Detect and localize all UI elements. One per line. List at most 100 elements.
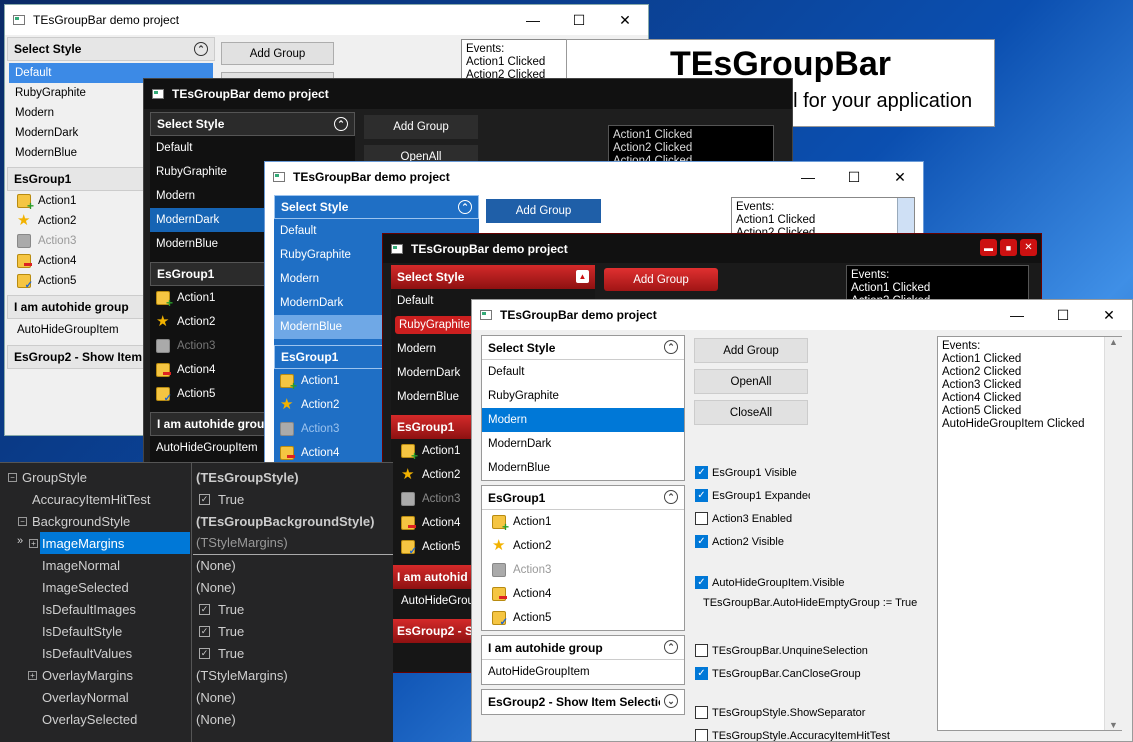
- events-log[interactable]: Events: Action1 Clicked Action2 Clicked …: [937, 336, 1122, 731]
- open-all-button[interactable]: OpenAll: [694, 369, 808, 394]
- property-checkbox[interactable]: ✓: [199, 647, 210, 659]
- style-item-modern[interactable]: Modern: [482, 408, 684, 432]
- property-row[interactable]: BackgroundStyle − (TEsGroupBackgroundStyle…: [0, 510, 393, 532]
- close-icon[interactable]: ✕: [1086, 300, 1132, 330]
- style-item-moderndark[interactable]: ModernDark: [482, 432, 684, 456]
- collapse-icon[interactable]: −: [8, 473, 17, 482]
- chevron-down-icon[interactable]: ⌄: [664, 694, 678, 708]
- option-checkbox-row[interactable]: Action3 Enabled: [695, 512, 792, 525]
- option-checkbox-row[interactable]: ✓ TEsGroupBar.CanCloseGroup: [695, 667, 861, 680]
- property-row[interactable]: IsDefaultStyle ✓ True: [0, 620, 393, 642]
- maximize-icon[interactable]: ☐: [831, 162, 877, 192]
- expand-icon[interactable]: +: [28, 671, 37, 680]
- checkbox-checked[interactable]: ✓: [695, 466, 708, 479]
- events-log[interactable]: Events: Action1 Clicked Action2 Clicked: [731, 197, 915, 237]
- minimize-icon[interactable]: —: [994, 300, 1040, 330]
- style-item-default[interactable]: Default: [482, 360, 684, 384]
- action-item[interactable]: Action1: [482, 510, 684, 534]
- property-value[interactable]: ✓ True: [193, 488, 393, 510]
- group-header-select-style[interactable]: Select Style ▲: [391, 265, 595, 289]
- property-value[interactable]: (TStyleMargins): [193, 532, 393, 555]
- events-log[interactable]: Action1 Clicked Action2 Clicked Action4 …: [608, 125, 774, 165]
- property-value[interactable]: (None): [193, 686, 393, 708]
- property-row[interactable]: OverlayMargins + (TStyleMargins): [0, 664, 393, 686]
- checkbox-checked[interactable]: ✓: [695, 489, 708, 502]
- style-item-rubygraphite[interactable]: RubyGraphite: [482, 384, 684, 408]
- close-icon[interactable]: ✕: [1020, 239, 1037, 256]
- maximize-icon[interactable]: ☐: [1040, 300, 1086, 330]
- maximize-icon[interactable]: ■: [1000, 239, 1017, 256]
- add-group-button[interactable]: Add Group: [694, 338, 808, 363]
- property-value[interactable]: (TEsGroupStyle): [193, 466, 393, 488]
- group-header-esgroup2[interactable]: EsGroup2 - Show Item Selection ⌄: [482, 690, 684, 714]
- checkbox-checked[interactable]: ✓: [695, 667, 708, 680]
- option-checkbox-row[interactable]: ✓ Action2 Visible: [695, 535, 784, 548]
- checkbox-unchecked[interactable]: [695, 644, 708, 657]
- close-all-button[interactable]: CloseAll: [694, 400, 808, 425]
- property-row[interactable]: ImageMargins + » (TStyleMargins): [0, 532, 393, 555]
- chevron-up-icon[interactable]: ⌃: [334, 117, 348, 131]
- option-checkbox-row[interactable]: TEsGroupStyle.ShowSeparator: [695, 706, 865, 719]
- property-value[interactable]: ✓ True: [193, 620, 393, 642]
- chevron-up-icon[interactable]: ⌃: [458, 200, 472, 214]
- add-group-button[interactable]: Add Group: [604, 268, 718, 291]
- checkbox-unchecked[interactable]: [695, 729, 708, 741]
- property-value[interactable]: (None): [193, 554, 393, 576]
- group-header-select-style[interactable]: Select Style ⌃: [482, 336, 684, 360]
- property-value[interactable]: (TEsGroupBackgroundStyle): [193, 510, 393, 532]
- minimize-icon[interactable]: —: [510, 5, 556, 35]
- property-value[interactable]: (None): [193, 576, 393, 598]
- group-header-esgroup1[interactable]: EsGroup1 ⌃: [482, 486, 684, 510]
- property-value[interactable]: ✓ True: [193, 642, 393, 664]
- scroll-up-icon[interactable]: ▲: [1105, 337, 1122, 347]
- events-log[interactable]: Events: Action1 Clicked Action2 Clicked: [461, 39, 581, 83]
- option-checkbox-row[interactable]: ✓ AutoHideGroupItem.Visible: [695, 576, 844, 589]
- checkbox-checked[interactable]: ✓: [695, 576, 708, 589]
- group-header-select-style[interactable]: Select Style ⌃: [274, 195, 479, 219]
- add-group-button[interactable]: Add Group: [221, 42, 334, 65]
- checkbox-unchecked[interactable]: [695, 706, 708, 719]
- minimize-icon[interactable]: —: [785, 162, 831, 192]
- group-header-select-style[interactable]: Select Style ⌃: [150, 112, 355, 136]
- group-header-select-style[interactable]: Select Style ⌃: [7, 37, 215, 61]
- collapse-icon[interactable]: −: [18, 517, 27, 526]
- checkbox-checked[interactable]: ✓: [695, 535, 708, 548]
- maximize-icon[interactable]: ☐: [556, 5, 602, 35]
- chevron-up-icon[interactable]: ⌃: [664, 490, 678, 504]
- option-checkbox-row[interactable]: ✓ EsGroup1 Visible: [695, 466, 797, 479]
- property-checkbox[interactable]: ✓: [199, 603, 210, 615]
- property-checkbox[interactable]: ✓: [199, 493, 210, 505]
- scroll-down-icon[interactable]: ▼: [1105, 720, 1122, 730]
- style-item-modernblue[interactable]: ModernBlue: [482, 456, 684, 480]
- action-item[interactable]: Action5: [482, 606, 684, 630]
- chevron-up-icon[interactable]: ⌃: [664, 340, 678, 354]
- property-row[interactable]: AccuracyItemHitTest ✓ True: [0, 488, 393, 510]
- property-checkbox[interactable]: ✓: [199, 625, 210, 637]
- property-row[interactable]: OverlaySelected (None): [0, 708, 393, 730]
- property-value[interactable]: (None): [193, 708, 393, 730]
- scrollbar[interactable]: ▲ ▼: [1104, 337, 1122, 730]
- property-row[interactable]: GroupStyle − (TEsGroupStyle): [0, 466, 393, 488]
- group-header-autohide[interactable]: I am autohide group ⌃: [482, 636, 684, 660]
- chevron-up-icon[interactable]: ⌃: [194, 42, 208, 56]
- property-value[interactable]: (TStyleMargins): [193, 664, 393, 686]
- autohide-item[interactable]: AutoHideGroupItem: [482, 660, 684, 684]
- property-row[interactable]: ImageNormal (None): [0, 554, 393, 576]
- add-group-button[interactable]: Add Group: [364, 115, 478, 139]
- scrollbar[interactable]: [897, 198, 914, 236]
- close-icon[interactable]: ✕: [877, 162, 923, 192]
- style-item-default[interactable]: Default: [150, 136, 355, 160]
- option-checkbox-row[interactable]: TEsGroupStyle.AccuracyItemHitTest: [695, 729, 890, 741]
- close-icon[interactable]: ✕: [602, 5, 648, 35]
- add-group-button[interactable]: Add Group: [486, 199, 601, 223]
- property-row[interactable]: ImageSelected (None): [0, 576, 393, 598]
- minimize-icon[interactable]: ▬: [980, 239, 997, 256]
- action-item[interactable]: Action4: [482, 582, 684, 606]
- property-value[interactable]: ✓ True: [193, 598, 393, 620]
- property-row[interactable]: IsDefaultValues ✓ True: [0, 642, 393, 664]
- collapse-icon[interactable]: ▲: [576, 270, 589, 283]
- expand-icon[interactable]: +: [29, 539, 38, 548]
- option-checkbox-row[interactable]: TEsGroupBar.UnquineSelection: [695, 644, 868, 657]
- option-checkbox-row[interactable]: ✓ EsGroup1 Expanded: [695, 489, 810, 502]
- chevron-up-icon[interactable]: ⌃: [664, 640, 678, 654]
